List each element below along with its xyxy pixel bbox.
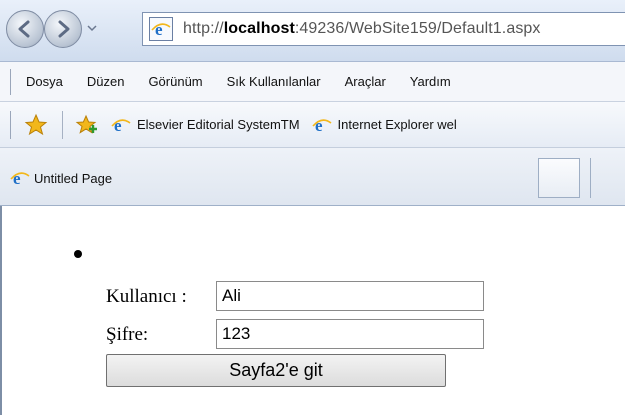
tab-title: Untitled Page (34, 170, 113, 186)
menu-item-araclar[interactable]: Araçlar (345, 74, 386, 89)
star-icon[interactable] (24, 113, 48, 137)
ie-icon: e (311, 116, 332, 135)
menu-grip (10, 68, 12, 95)
forward-arrow-icon (58, 20, 70, 38)
ie-icon: e (10, 169, 30, 188)
tab-untitled-page[interactable]: e Untitled Page (10, 162, 112, 194)
forward-button[interactable] (44, 10, 82, 48)
url-text: http://localhost:49236/WebSite159/Defaul… (183, 20, 541, 38)
address-bar-row: e http://localhost:49236/WebSite159/Defa… (0, 0, 625, 62)
password-input[interactable] (216, 319, 484, 349)
back-arrow-icon (18, 20, 30, 38)
new-tab-button[interactable] (538, 158, 580, 198)
tab-bar: e Untitled Page (0, 148, 625, 206)
add-favorites-icon[interactable] (75, 113, 99, 137)
ie-page-icon: e (151, 20, 171, 39)
svg-text:e: e (315, 116, 323, 135)
menu-item-yardim[interactable]: Yardım (410, 74, 451, 89)
password-label: Şifre: (106, 324, 149, 345)
svg-text:e: e (13, 169, 21, 188)
page-icon: e (149, 17, 173, 41)
menu-bar: Dosya Düzen Görünüm Sık Kullanılanlar Ar… (0, 62, 625, 102)
favorites-bar: e Elsevier Editorial SystemTM e Internet… (0, 102, 625, 148)
svg-text:e: e (114, 116, 122, 135)
url-host: localhost (223, 20, 295, 37)
username-input[interactable] (216, 281, 484, 311)
ie-icon: e (111, 116, 131, 135)
favorites-separator (62, 110, 63, 139)
go-to-page2-button[interactable]: Sayfa2'e git (106, 354, 446, 387)
page-content: Kullanıcı : Şifre: Sayfa2'e git (0, 206, 625, 415)
tab-bar-edge (590, 158, 625, 198)
recent-pages-dropdown[interactable] (86, 22, 98, 34)
menu-item-dosya[interactable]: Dosya (26, 74, 63, 89)
menu-item-sik-kullanilanlar[interactable]: Sık Kullanılanlar (227, 74, 321, 89)
menu-item-gorunum[interactable]: Görünüm (148, 74, 202, 89)
username-label: Kullanıcı : (106, 286, 187, 307)
favorites-link-ie-welcome[interactable]: Internet Explorer wel (338, 117, 457, 132)
address-input[interactable]: e http://localhost:49236/WebSite159/Defa… (142, 12, 625, 46)
url-prefix: http:// (183, 20, 224, 37)
menu-item-duzen[interactable]: Düzen (87, 74, 125, 89)
back-button[interactable] (6, 10, 44, 48)
svg-text:e: e (155, 20, 163, 39)
favorites-link-elsevier[interactable]: Elsevier Editorial SystemTM (137, 117, 300, 132)
url-rest: :49236/WebSite159/Default1.aspx (294, 20, 541, 37)
favorites-grip (10, 110, 12, 139)
list-bullet (74, 250, 82, 258)
chevron-down-icon (87, 25, 97, 32)
